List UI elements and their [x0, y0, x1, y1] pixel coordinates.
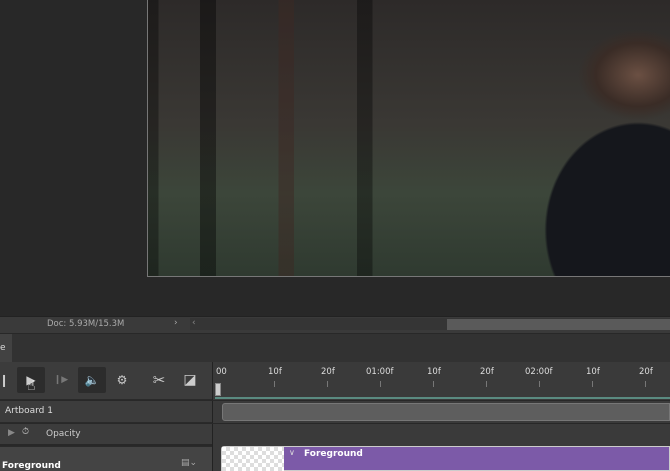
ruler-tick: 10f	[268, 367, 282, 377]
clip-label: Foreground	[304, 449, 363, 459]
ruler-tick: 10f	[586, 367, 600, 377]
status-expand-arrow[interactable]: ›	[174, 318, 178, 328]
scroll-left-arrow[interactable]: ‹	[192, 318, 196, 328]
foreground-label: Foreground	[2, 461, 61, 471]
tick-mark	[645, 381, 646, 387]
hand-cursor-icon: ☝	[27, 378, 36, 394]
previous-icon: ❙	[0, 373, 10, 387]
scissors-icon: ✂	[152, 371, 166, 389]
document-photo	[147, 0, 670, 277]
transition-button[interactable]: ◪	[176, 367, 204, 393]
settings-button[interactable]: ⚙	[108, 367, 136, 393]
panel-tab-bar	[0, 334, 670, 362]
layer-row-foreground[interactable]: Foreground ▤⌄	[0, 446, 212, 471]
ruler-tick: 20f	[639, 367, 653, 377]
ruler-tick: 20f	[321, 367, 335, 377]
clip-chevron-icon[interactable]: ∨	[289, 448, 295, 457]
opacity-label: Opacity	[46, 429, 81, 439]
clip-thumbnail	[222, 447, 284, 471]
work-area-bar[interactable]	[215, 397, 670, 399]
next-icon: ❙▶	[53, 375, 69, 385]
speaker-icon: 🔈	[84, 373, 100, 387]
next-frame-button[interactable]: ❙▶	[47, 367, 75, 393]
tick-mark	[274, 381, 275, 387]
playhead[interactable]	[215, 383, 221, 396]
ruler-tick: 02:00f	[525, 367, 553, 377]
tab-timeline[interactable]: e	[0, 334, 12, 362]
audio-button[interactable]: 🔈	[78, 367, 106, 393]
doc-size-info[interactable]: Doc: 5.93M/15.3M	[47, 319, 124, 329]
opacity-track	[212, 424, 670, 444]
gear-icon: ⚙	[116, 373, 128, 387]
ruler-tick: 20f	[480, 367, 494, 377]
ruler-tick: 10f	[427, 367, 441, 377]
artboard-clip[interactable]	[222, 403, 670, 421]
tick-mark	[592, 381, 593, 387]
film-strip-icon[interactable]: ▤⌄	[181, 458, 197, 468]
tick-mark	[486, 381, 487, 387]
ruler-tick: 01:00f	[366, 367, 394, 377]
ruler-tick: 00	[216, 367, 227, 377]
scrollbar-thumb[interactable]	[447, 319, 670, 330]
artboard-label: Artboard 1	[5, 406, 53, 416]
previous-frame-button[interactable]: ❙	[0, 367, 18, 393]
stopwatch-icon[interactable]: ⏱	[22, 427, 29, 437]
property-row-opacity[interactable]: ▶ ⏱ Opacity	[0, 424, 212, 444]
tick-mark	[327, 381, 328, 387]
split-button[interactable]: ✂	[145, 367, 173, 393]
layer-row-artboard[interactable]: Artboard 1	[0, 401, 212, 423]
tick-mark	[433, 381, 434, 387]
transition-icon: ◪	[183, 372, 197, 388]
tick-mark	[380, 381, 381, 387]
expand-triangle-icon[interactable]: ▶	[8, 428, 15, 438]
tick-mark	[539, 381, 540, 387]
